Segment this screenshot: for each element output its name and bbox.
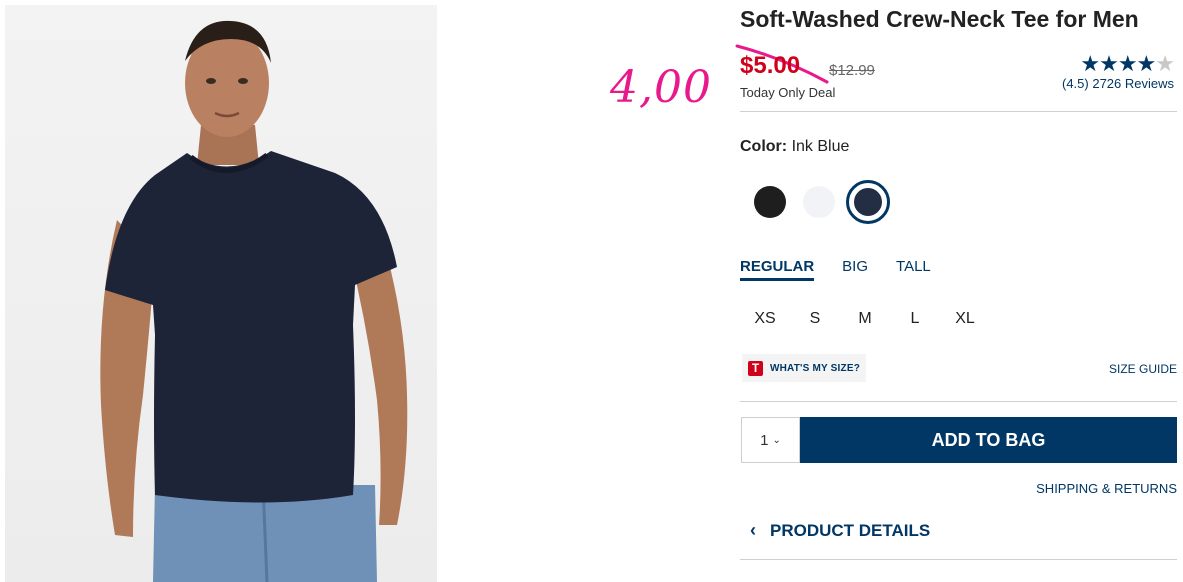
rating-summary[interactable]: ★★★★★ (4.5) 2726 Reviews bbox=[1062, 51, 1175, 92]
size-xs[interactable]: XS bbox=[740, 308, 790, 330]
color-swatches bbox=[748, 180, 895, 224]
divider bbox=[740, 111, 1177, 112]
color-label-row: Color: Ink Blue bbox=[740, 138, 849, 156]
size-m[interactable]: M bbox=[840, 308, 890, 330]
quantity-value: 1 bbox=[760, 431, 769, 449]
original-price: $12.99 bbox=[829, 62, 875, 79]
tab-tall[interactable]: TALL bbox=[896, 258, 931, 281]
product-title: Soft-Washed Crew-Neck Tee for Men bbox=[740, 6, 1139, 32]
whats-my-size-label: WHAT'S MY SIZE? bbox=[770, 362, 861, 374]
handwritten-price-note: 4,00 bbox=[610, 62, 712, 113]
swatch-white[interactable] bbox=[797, 180, 841, 224]
color-label: Color: bbox=[740, 138, 788, 155]
size-s[interactable]: S bbox=[790, 308, 840, 330]
chevron-down-icon: ⌄ bbox=[772, 434, 781, 446]
whats-my-size-button[interactable]: T WHAT'S MY SIZE? bbox=[742, 354, 867, 382]
fit-tabs: REGULAR BIG TALL bbox=[740, 258, 959, 281]
selected-color-name: Ink Blue bbox=[791, 138, 850, 155]
reviews-link[interactable]: (4.5) 2726 Reviews bbox=[1062, 76, 1174, 91]
size-l[interactable]: L bbox=[890, 308, 940, 330]
product-detail-panel: Soft-Washed Crew-Neck Tee for Men $5.00 … bbox=[740, 0, 1177, 582]
quantity-select[interactable]: 1 ⌄ bbox=[741, 417, 800, 463]
sale-price: $5.00 bbox=[740, 52, 801, 79]
star-rating-icon: ★★★★★ bbox=[1080, 51, 1175, 76]
size-xl[interactable]: XL bbox=[940, 308, 990, 330]
model-photo-illustration bbox=[100, 20, 408, 582]
product-page: 4,00 Soft-Washed Crew-Neck Tee for Men $… bbox=[0, 0, 1183, 582]
product-details-label: PRODUCT DETAILS bbox=[770, 520, 931, 540]
tab-regular[interactable]: REGULAR bbox=[740, 258, 815, 281]
size-guide-link[interactable]: SIZE GUIDE bbox=[1109, 362, 1177, 376]
product-image[interactable] bbox=[5, 5, 437, 582]
tab-big[interactable]: BIG bbox=[842, 258, 868, 281]
chevron-left-icon: ‹ bbox=[750, 520, 756, 540]
swatch-black[interactable] bbox=[748, 180, 792, 224]
swatch-ink-blue[interactable] bbox=[846, 180, 890, 224]
shipping-returns-link[interactable]: SHIPPING & RETURNS bbox=[1036, 481, 1177, 496]
divider bbox=[740, 401, 1177, 402]
size-options: XS S M L XL bbox=[740, 308, 990, 330]
divider bbox=[740, 559, 1177, 560]
true-fit-icon: T bbox=[748, 360, 763, 376]
product-details-toggle[interactable]: ‹ PRODUCT DETAILS bbox=[750, 520, 930, 541]
add-to-bag-button[interactable]: ADD TO BAG bbox=[800, 417, 1177, 463]
deal-label: Today Only Deal bbox=[740, 85, 836, 100]
